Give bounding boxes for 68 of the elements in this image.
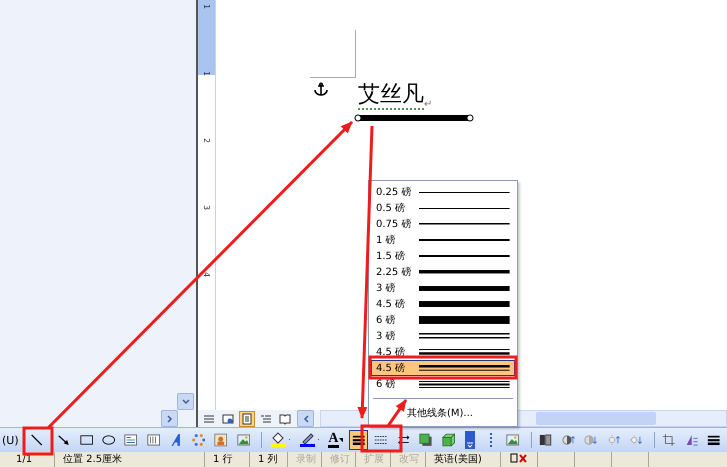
line-style-option[interactable]: 4.5 磅 bbox=[371, 360, 515, 376]
line-style-option[interactable]: 0.75 磅 bbox=[371, 216, 515, 232]
line-style-option[interactable]: 1.5 磅 bbox=[371, 248, 515, 264]
line-style-option[interactable]: 3 磅 bbox=[371, 328, 515, 344]
status-item: 1 列 bbox=[250, 452, 288, 467]
line-style-option[interactable]: 2.25 磅 bbox=[371, 264, 515, 280]
status-item: 扩展 bbox=[356, 452, 391, 467]
scroll-down-button[interactable] bbox=[177, 393, 194, 410]
outline-view-icon bbox=[260, 412, 272, 424]
anchor-icon bbox=[314, 82, 328, 96]
brightness-down-icon bbox=[629, 432, 643, 448]
font-color-letter: A bbox=[328, 432, 339, 448]
reading-view-icon bbox=[279, 412, 291, 424]
line-style-option[interactable]: 6 磅 bbox=[371, 312, 515, 328]
shadow-icon bbox=[419, 432, 433, 448]
status-item: 改写 bbox=[391, 452, 426, 467]
chevron-right-icon bbox=[166, 414, 172, 422]
crop-icon bbox=[662, 432, 676, 448]
status-item: 1/1 bbox=[0, 452, 55, 467]
line-style-option[interactable]: 6 磅 bbox=[371, 376, 515, 392]
brightness-up-icon bbox=[606, 432, 620, 448]
cube-icon bbox=[442, 432, 456, 448]
ruler-number: 1 bbox=[202, 70, 211, 76]
normal-view-icon bbox=[203, 412, 215, 424]
line-style-option[interactable]: 4.5 磅 bbox=[371, 296, 515, 312]
ruler-number: 4 bbox=[202, 272, 211, 278]
color-mode-icon bbox=[539, 432, 553, 448]
vertical-textbox-icon bbox=[146, 432, 160, 448]
status-item: 位置 2.5厘米 bbox=[55, 452, 205, 467]
view-button[interactable] bbox=[239, 410, 255, 426]
ruler-number: 1 bbox=[202, 4, 211, 10]
status-item: 录制 bbox=[288, 452, 322, 467]
status-item: 1 行 bbox=[205, 452, 250, 467]
more-lines-option[interactable]: 其他线条(M)... bbox=[371, 405, 515, 422]
line-icon bbox=[30, 432, 44, 448]
wordart-icon bbox=[169, 432, 183, 448]
status-item: 修订 bbox=[322, 452, 356, 467]
web-view-icon bbox=[222, 412, 234, 424]
chevron-left-icon bbox=[302, 414, 308, 422]
print-layout-icon bbox=[241, 412, 253, 424]
paragraph-mark: ↵ bbox=[424, 99, 432, 110]
line-style-option[interactable]: 4.5 磅 bbox=[371, 344, 515, 360]
line-style-option[interactable]: 0.5 磅 bbox=[371, 200, 515, 216]
drawing-menu-label[interactable]: (U) bbox=[2, 434, 19, 446]
highlight-frame bbox=[360, 424, 402, 452]
diagram-icon bbox=[192, 432, 206, 448]
line-style-option[interactable]: 0.25 磅 bbox=[371, 184, 515, 200]
ruler-number: 3 bbox=[202, 204, 211, 210]
document-text: 艾丝凡 bbox=[358, 82, 424, 110]
ruler-number: 2 bbox=[202, 138, 211, 144]
toolbar-options-icon bbox=[465, 431, 476, 449]
scroll-right-button[interactable] bbox=[161, 410, 178, 427]
picture-icon bbox=[506, 432, 520, 448]
scroll-left-button[interactable] bbox=[297, 410, 314, 427]
line-style-option[interactable]: 3 磅 bbox=[371, 280, 515, 296]
picture-icon bbox=[236, 432, 250, 448]
grip-icon bbox=[490, 432, 493, 448]
line-style-option[interactable]: 1 磅 bbox=[371, 232, 515, 248]
status-item: 英语(美国) bbox=[426, 452, 501, 467]
chevron-down-icon bbox=[182, 398, 190, 404]
toolbar-button[interactable]: A bbox=[325, 430, 346, 450]
spelling-status-icon bbox=[509, 452, 529, 464]
margin-corner-mark bbox=[310, 30, 356, 78]
textbox-icon bbox=[124, 432, 138, 448]
clipart-icon bbox=[214, 432, 228, 448]
dropdown-caret-icon bbox=[338, 438, 343, 442]
pointer-arrow bbox=[386, 399, 408, 427]
highlight-frame bbox=[22, 426, 54, 456]
